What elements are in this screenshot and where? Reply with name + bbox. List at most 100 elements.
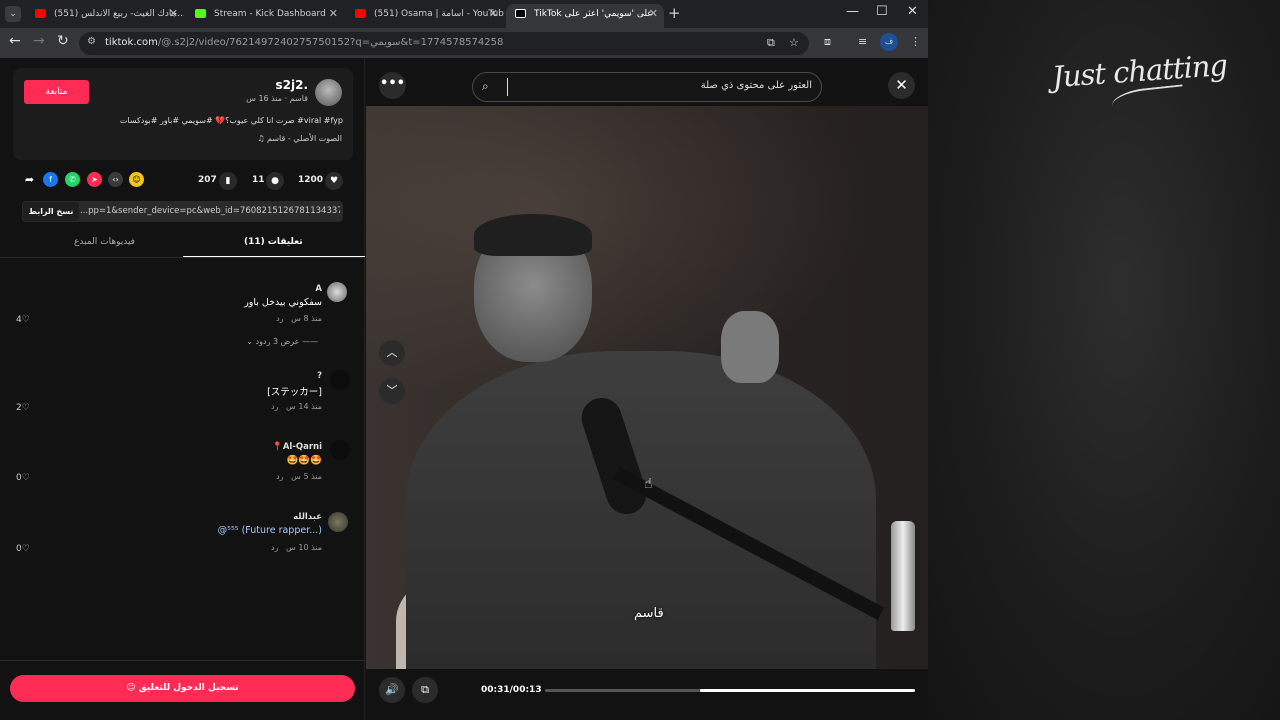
close-icon[interactable]: ✕ <box>169 4 178 24</box>
divider <box>0 257 365 258</box>
search-placeholder[interactable]: العثور على محتوى ذي صلة <box>520 80 812 91</box>
search-icon[interactable]: ⌕ <box>482 79 489 94</box>
url-domain: tiktok.com <box>105 37 158 48</box>
avatar[interactable] <box>330 440 350 460</box>
divider <box>0 660 365 661</box>
tab-youtube-andalus[interactable]: (551) جادك الغيث- ربيع الاندلس... ✕ <box>26 4 184 28</box>
site-info-icon[interactable]: ⚙ <box>87 36 96 47</box>
comment-time: منذ 8 س <box>291 314 322 323</box>
reading-list-icon[interactable]: ≡ <box>858 35 867 48</box>
next-video-button[interactable]: ﹀ <box>379 378 405 404</box>
minimize-icon[interactable]: — <box>846 4 859 19</box>
youtube-icon <box>35 9 46 18</box>
text-caret <box>507 78 508 96</box>
maximize-icon[interactable]: ☐ <box>876 4 888 19</box>
tab-title: Stream - Kick Dashboard <box>214 9 326 19</box>
sound-label[interactable]: ♫ الصوت الأصلي - قاسم <box>200 134 342 143</box>
repost-icon[interactable]: ☺ <box>129 172 144 187</box>
kick-icon <box>195 9 206 18</box>
tab-bar: ⌄ (551) جادك الغيث- ربيع الاندلس... ✕ St… <box>0 0 928 28</box>
author-username[interactable]: s2j2. <box>240 78 308 92</box>
like-icon[interactable]: ♥ <box>325 172 343 190</box>
save-count: 207 <box>198 175 217 185</box>
close-icon[interactable]: ✕ <box>649 4 658 24</box>
embed-icon[interactable]: ‹› <box>108 172 123 187</box>
comment-meta: منذ 5 س رد <box>102 472 322 481</box>
close-video-button[interactable]: ✕ <box>888 72 915 99</box>
comment-count: 11 <box>252 175 265 185</box>
reply-link[interactable]: رد <box>276 472 283 481</box>
share-link[interactable]: ...pp=1&sender_device=pc&web_id=76082151… <box>80 206 340 216</box>
url-path: /@.s2j2/video/7621497240275750152?q=سويم… <box>157 37 504 48</box>
send-icon[interactable]: ➤ <box>87 172 102 187</box>
tab-title: (551) جادك الغيث- ربيع الاندلس... <box>54 9 184 19</box>
copy-link-button[interactable]: نسخ الرابط <box>23 202 79 221</box>
comment-like[interactable]: 0♡ <box>16 473 30 483</box>
close-icon[interactable]: ✕ <box>329 4 338 24</box>
close-icon[interactable]: ✕ <box>489 4 498 24</box>
bookmark-star-icon[interactable]: ☆ <box>789 36 799 49</box>
tab-kick-dashboard[interactable]: Stream - Kick Dashboard ✕ <box>186 4 344 28</box>
avatar[interactable] <box>328 512 348 532</box>
avatar[interactable] <box>327 282 347 302</box>
forward-icon[interactable]: → <box>33 33 45 49</box>
comment-like[interactable]: 4♡ <box>16 315 30 325</box>
reload-icon[interactable]: ↻ <box>57 33 69 49</box>
person-hand <box>721 311 779 383</box>
comment-like[interactable]: 2♡ <box>16 403 30 413</box>
comment-like[interactable]: 0♡ <box>16 544 30 554</box>
avatar[interactable] <box>330 370 350 390</box>
view-replies-button[interactable]: ⌄ عرض 3 ردود —— <box>200 337 318 346</box>
new-tab-icon[interactable]: + <box>668 4 681 22</box>
like-count: 1200 <box>298 175 324 185</box>
more-options-button[interactable]: ••• <box>379 72 406 99</box>
facebook-icon[interactable]: f <box>43 172 58 187</box>
comment-text: 🤩🤩🤩 <box>286 455 323 466</box>
comment-author[interactable]: عبدالله <box>102 512 322 522</box>
save-icon[interactable]: ▮ <box>219 172 237 190</box>
tab-creator-videos[interactable]: فيديوهات المبدع <box>74 237 135 247</box>
author-subtitle: قاسم · منذ 16 س <box>246 94 308 103</box>
person-body <box>406 351 876 669</box>
reply-link[interactable]: رد <box>271 543 278 552</box>
browser-window: ⌄ (551) جادك الغيث- ربيع الاندلس... ✕ St… <box>0 0 928 720</box>
video-progress-bar[interactable] <box>545 689 915 692</box>
picture-in-picture-button[interactable]: ⧉ <box>412 677 438 703</box>
comment-icon[interactable]: ● <box>266 172 284 190</box>
install-app-icon[interactable]: ⧉ <box>767 36 775 50</box>
sound-text: الصوت الأصلي - قاسم <box>267 134 342 143</box>
comment-text: سفكوني بيدخل باور <box>244 297 322 308</box>
volume-button[interactable]: 🔊 <box>379 677 405 703</box>
stream-overlay-background <box>928 0 1280 720</box>
address-toolbar: ← → ↻ ⚙ tiktok.com/@.s2j2/video/76214972… <box>0 28 928 58</box>
address-bar[interactable]: ⚙ tiktok.com/@.s2j2/video/76214972402757… <box>79 32 809 55</box>
tab-tiktok[interactable]: TikTok على 'سويمي' اعثر على ✕ <box>506 4 664 28</box>
window-close-icon[interactable]: ✕ <box>907 4 918 19</box>
reply-link[interactable]: رد <box>276 314 283 323</box>
video-caption: صرت انا كلي عيوب؟💔 #سويمي #باور #بودكسات… <box>119 116 343 125</box>
menu-icon[interactable]: ⋮ <box>910 35 921 48</box>
follow-button[interactable]: متابعة <box>24 80 89 104</box>
comment-author[interactable]: ? <box>102 371 322 381</box>
comment-author[interactable]: A <box>102 284 322 294</box>
share-arrow-icon[interactable]: ➦ <box>22 172 37 187</box>
comment-text: @⁵⁵⁵ (Future rapper...) <box>217 525 322 536</box>
comment-meta: منذ 14 س رد <box>102 402 322 411</box>
whatsapp-icon[interactable]: ✆ <box>65 172 80 187</box>
profile-avatar[interactable]: ف <box>880 33 898 51</box>
tab-search-icon[interactable]: ⌄ <box>5 6 21 22</box>
previous-video-button[interactable]: ︿ <box>379 340 405 366</box>
reply-link[interactable]: رد <box>271 402 278 411</box>
extensions-icon[interactable]: ⧈ <box>824 35 831 49</box>
url-text[interactable]: tiktok.com/@.s2j2/video/7621497240275750… <box>105 37 503 48</box>
comment-like-count: 2 <box>16 403 22 413</box>
video-player[interactable] <box>366 106 928 669</box>
author-avatar[interactable] <box>315 79 342 106</box>
tab-youtube-osama[interactable]: (551) Osama | اسامة - YouTube ✕ <box>346 4 504 28</box>
back-icon[interactable]: ← <box>9 33 21 49</box>
login-to-comment-button[interactable]: ☺ تسجيل الدخول للتعليق <box>10 675 355 702</box>
person-hair <box>474 214 592 256</box>
tab-comments[interactable]: (11) تعليقات <box>244 237 303 247</box>
comment-meta: منذ 10 س رد <box>102 543 322 552</box>
comment-author[interactable]: 📍Al-Qarni <box>102 442 322 452</box>
